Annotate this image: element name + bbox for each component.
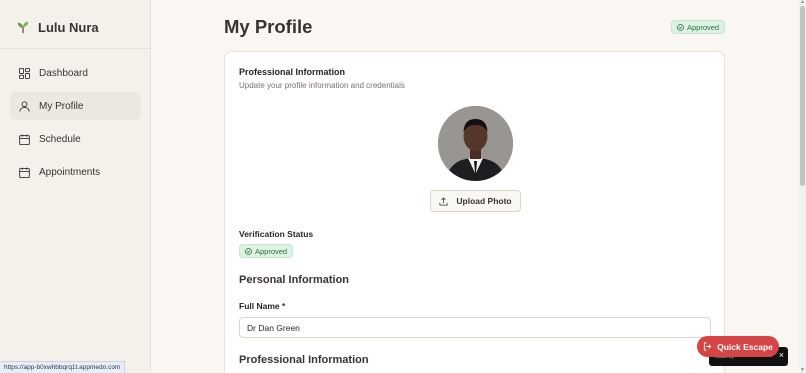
sidebar-item-appointments[interactable]: Appointments [10, 158, 141, 186]
page-title: My Profile [224, 16, 313, 37]
full-name-label: Full Name * [239, 301, 286, 311]
quick-escape-label: Quick Escape [717, 341, 773, 352]
brand[interactable]: Lulu Nura [16, 17, 99, 37]
upload-icon [439, 196, 448, 206]
scroll-thumb[interactable] [800, 6, 805, 186]
profile-photo [438, 106, 513, 181]
verification-status-label: Verification Status [239, 229, 314, 239]
check-circle-icon [245, 247, 252, 255]
upload-photo-button[interactable]: Upload Photo [430, 190, 521, 212]
quick-escape-button[interactable]: Quick Escape [697, 336, 779, 357]
sidebar-item-label: Schedule [39, 133, 81, 145]
calendar-icon [19, 166, 30, 178]
sprout-icon [17, 21, 29, 34]
dashboard-icon [19, 67, 30, 79]
upload-photo-label: Upload Photo [456, 196, 512, 206]
calendar-icon [19, 133, 30, 145]
sidebar-item-my-profile[interactable]: My Profile [10, 92, 141, 120]
full-name-input[interactable] [239, 317, 711, 338]
logout-icon [704, 342, 712, 351]
status-bar-url: https://app-b0xwhbbqrq1t.appmedo.com [0, 361, 126, 373]
professional-information-heading: Professional Information [239, 354, 369, 366]
sidebar-item-label: Appointments [39, 166, 101, 178]
check-circle-icon [677, 23, 684, 31]
sidebar: Lulu Nura Dashboard My Profile Schedule … [0, 0, 151, 373]
personal-information-heading: Personal Information [239, 274, 350, 286]
profile-card: Professional Information Update your pro… [224, 51, 725, 373]
card-subtitle: Update your profile information and cred… [239, 81, 405, 90]
sidebar-item-label: My Profile [39, 100, 84, 112]
scroll-down-arrow[interactable]: ▼ [800, 368, 805, 373]
close-icon[interactable]: × [779, 350, 784, 360]
sidebar-item-label: Dashboard [39, 67, 88, 79]
user-icon [19, 100, 30, 112]
scroll-up-arrow[interactable]: ▲ [800, 0, 805, 5]
sidebar-item-dashboard[interactable]: Dashboard [10, 59, 141, 87]
brand-name: Lulu Nura [38, 19, 99, 35]
card-title: Professional Information [239, 67, 346, 77]
verification-badge-label: Approved [255, 246, 288, 256]
scrollbar[interactable]: ▲ ▼ [799, 0, 806, 373]
sidebar-item-schedule[interactable]: Schedule [10, 125, 141, 153]
status-badge: Approved [671, 20, 726, 34]
sidebar-divider [0, 48, 150, 49]
avatar [438, 106, 513, 181]
status-badge-label: Approved [687, 22, 720, 32]
verification-badge: Approved [239, 244, 294, 258]
